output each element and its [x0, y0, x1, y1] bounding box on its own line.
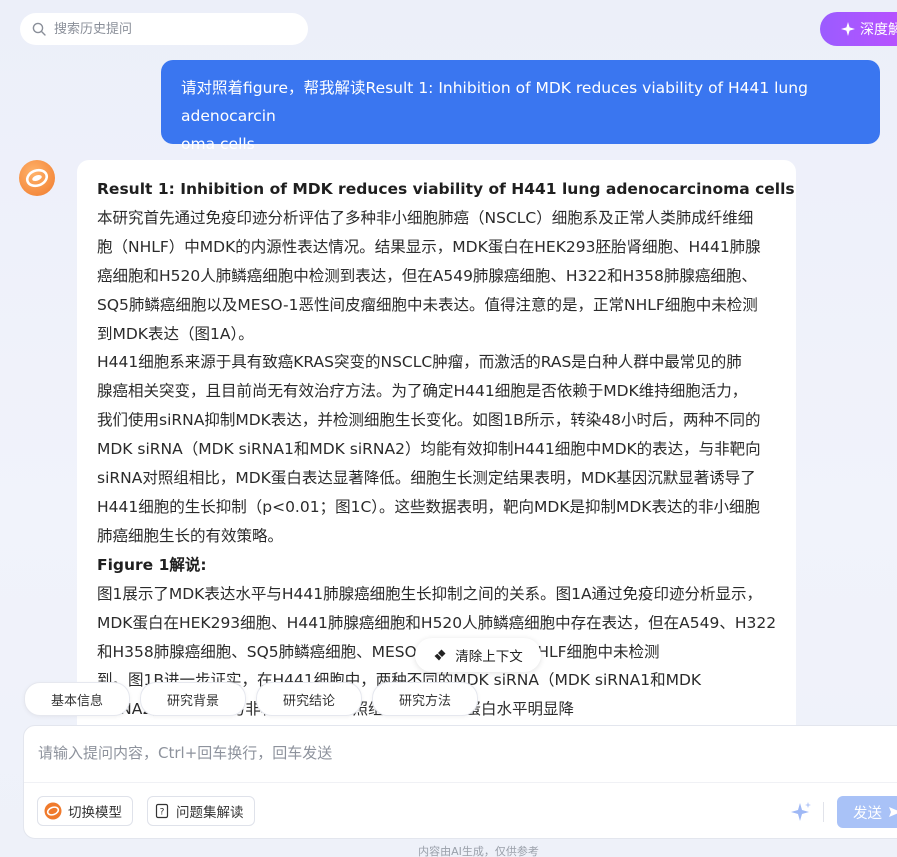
deep-read-label: 深度解读	[860, 22, 897, 38]
search-icon	[32, 22, 46, 36]
chip-basic-info[interactable]: 基本信息	[24, 682, 130, 716]
answer-line: 肺癌细胞生长的有效策略。	[97, 526, 284, 545]
question-set-label: 问题集解读	[176, 805, 244, 821]
figure-heading: Figure 1解说:	[97, 555, 207, 574]
answer-line: H441细胞系来源于具有致癌KRAS突变的NSCLC肿瘤，而激活的RAS是白种人…	[97, 353, 742, 372]
assistant-logo-icon	[25, 168, 49, 188]
chip-research-method[interactable]: 研究方法	[372, 682, 478, 716]
chip-research-background[interactable]: 研究背景	[140, 682, 246, 716]
question-input[interactable]	[36, 740, 740, 774]
answer-heading: Result 1: Inhibition of MDK reduces viab…	[97, 180, 795, 198]
user-message-bubble: 请对照着figure，帮我解读Result 1: Inhibition of M…	[161, 60, 880, 153]
answer-line: SQ5肺鳞癌细胞以及MESO-1恶性间皮瘤细胞中未表达。值得注意的是，正常NHL…	[97, 295, 758, 314]
chip-label: 基本信息	[50, 693, 103, 709]
answer-line: 本研究首先通过免疫印迹分析评估了多种非小细胞肺癌（NSCLC）细胞系及正常人类肺…	[97, 208, 754, 227]
input-panel: 切换模型 ? 问题集解读 发送	[23, 725, 897, 839]
chip-label: 研究背景	[166, 693, 219, 709]
toolbar-separator	[823, 802, 824, 822]
question-set-button[interactable]: ? 问题集解读	[147, 796, 255, 826]
ai-disclaimer: 内容由AI生成，仅供参考	[418, 845, 539, 857]
answer-line: 图1展示了MDK表达水平与H441肺腺癌细胞生长抑制之间的关系。图1A通过免疫印…	[97, 584, 763, 603]
switch-model-label: 切换模型	[68, 805, 122, 821]
chip-label: 研究结论	[282, 693, 335, 709]
send-arrow-icon	[889, 807, 897, 817]
answer-line: 癌细胞和H520人肺鳞癌细胞中检测到表达，但在A549肺腺癌细胞、H322和H3…	[97, 266, 757, 285]
chip-label: 研究方法	[398, 693, 451, 709]
model-logo-icon	[44, 802, 62, 820]
answer-line: MDK蛋白在HEK293细胞、H441肺腺癌细胞和H520人肺鳞癌细胞中存在表达…	[97, 613, 777, 632]
clear-context-button[interactable]: 清除上下文	[415, 638, 541, 672]
ai-sparkle-icon[interactable]	[789, 800, 813, 824]
answer-line: 腺癌相关突变，且目前尚无有效治疗方法。为了确定H441细胞是否依赖于MDK维持细…	[97, 382, 748, 401]
chip-research-conclusion[interactable]: 研究结论	[256, 682, 362, 716]
send-label: 发送	[853, 805, 882, 822]
user-message-line: 请对照着figure，帮我解读Result 1: Inhibition of M…	[181, 79, 808, 125]
question-doc-icon: ?	[155, 803, 169, 819]
clear-context-label: 清除上下文	[455, 649, 523, 665]
input-divider	[24, 782, 897, 783]
answer-line: H441细胞的生长抑制（p<0.01；图1C）。这些数据表明，靶向MDK是抑制M…	[97, 497, 760, 516]
answer-line: MDK siRNA（MDK siRNA1和MDK siRNA2）均能有效抑制H4…	[97, 440, 761, 459]
history-search[interactable]	[20, 13, 308, 45]
send-button[interactable]: 发送	[837, 796, 897, 828]
sparkle-icon	[841, 22, 855, 36]
answer-line: siRNA对照组相比，MDK蛋白表达显著降低。细胞生长测定结果表明，MDK基因沉…	[97, 469, 756, 488]
broom-icon	[434, 649, 446, 661]
deep-read-button[interactable]: 深度解读	[820, 12, 897, 46]
switch-model-button[interactable]: 切换模型	[37, 796, 133, 826]
svg-text:?: ?	[160, 808, 165, 818]
answer-line: 到MDK表达（图1A）。	[97, 324, 254, 343]
chat-page: 深度解读 请对照着figure，帮我解读Result 1: Inhibition…	[0, 0, 897, 857]
answer-line: 我们使用siRNA抑制MDK表达，并检测细胞生长变化。如图1B所示，转染48小时…	[97, 411, 761, 430]
search-input[interactable]	[52, 20, 286, 38]
answer-line: 胞（NHLF）中MDK的内源性表达情况。结果显示，MDK蛋白在HEK293胚胎肾…	[97, 237, 761, 256]
user-message-line: oma cells	[181, 135, 255, 153]
assistant-avatar	[19, 160, 55, 196]
